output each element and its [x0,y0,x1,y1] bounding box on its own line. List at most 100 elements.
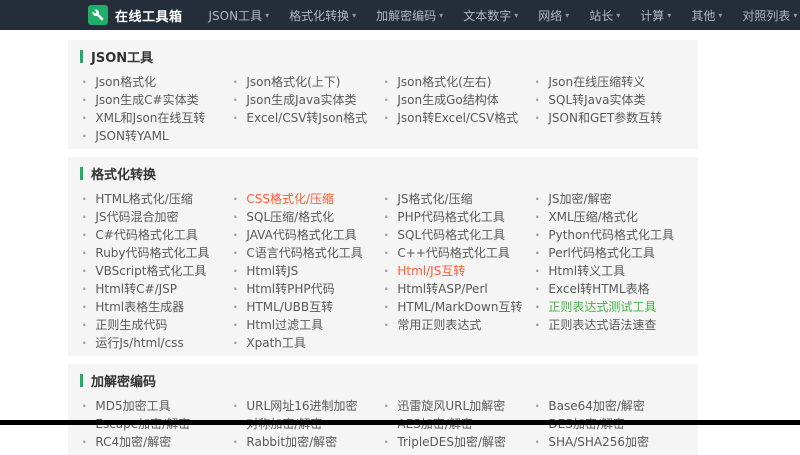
tool-link[interactable]: Html过滤工具 [246,318,323,332]
brand-title[interactable]: 在线工具箱 [115,6,183,25]
nav-menu-item[interactable]: 站长 ▾ [579,0,630,30]
bullet-dot: · [233,228,238,242]
tool-link[interactable]: JS加密/解密 [548,192,611,206]
bullet-dot: · [233,282,238,296]
tool-link[interactable]: Html转ASP/Perl [397,282,487,296]
tool-link[interactable]: Html表格生成器 [95,300,184,314]
tool-list-item: · PHP代码格式化工具 [384,208,535,226]
tool-link[interactable]: SQL压缩/格式化 [246,210,334,224]
tool-link[interactable]: VBScript格式化工具 [95,264,206,278]
bullet-dot: · [535,435,540,449]
tool-link[interactable]: JS格式化/压缩 [397,192,472,206]
chevron-down-icon: ▾ [514,11,518,20]
tool-link[interactable]: JS代码混合加密 [95,210,178,224]
tool-list-item: · Html转PHP代码 [233,280,384,298]
tool-link[interactable]: Perl代码格式化工具 [548,246,654,260]
tool-list-item: · JSON和GET参数互转 [535,109,686,127]
tool-list-item: · Json生成C#实体类 [82,91,233,109]
nav-menu-item[interactable]: 网络 ▾ [528,0,579,30]
tool-link[interactable]: Html转C#/JSP [95,282,177,296]
nav-menu-item[interactable]: 格式化转换 ▾ [279,0,366,30]
tool-link[interactable]: Json格式化(左右) [397,75,491,89]
tool-list-item: · JAVA代码格式化工具 [233,226,384,244]
tool-link[interactable]: 常用正则表达式 [397,318,481,332]
tool-link[interactable]: XML和Json在线互转 [95,111,205,125]
tool-link[interactable]: SHA/SHA256加密 [548,435,649,449]
tool-link[interactable]: Json格式化(上下) [246,75,340,89]
tool-link[interactable]: 正则生成代码 [95,318,167,332]
tool-link[interactable]: XML压缩/格式化 [548,210,637,224]
tool-link[interactable]: Html/JS互转 [397,264,465,278]
tool-link[interactable]: JAVA代码格式化工具 [246,228,356,242]
brand[interactable]: 在线工具箱 [88,5,183,25]
tool-link[interactable]: Python代码格式化工具 [548,228,674,242]
tool-link[interactable]: SQL代码格式化工具 [397,228,505,242]
chevron-down-icon: ▾ [667,11,671,20]
tool-list-item: · JS加密/解密 [535,190,686,208]
tool-link[interactable]: Html转PHP代码 [246,282,334,296]
tool-link[interactable]: 正则表达式测试工具 [548,300,656,314]
nav-menu-item[interactable]: 对照列表 ▾ [732,0,800,30]
tool-link[interactable]: TripleDES加密/解密 [397,435,506,449]
tool-list-item: · 正则生成代码 [82,316,233,334]
tool-link[interactable]: Excel/CSV转Json格式 [246,111,367,125]
tool-list-item: · Html转义工具 [535,262,686,280]
tool-link[interactable]: 迅雷旋风URL加解密 [397,399,505,413]
tool-link[interactable]: HTML格式化/压缩 [95,192,192,206]
tool-link[interactable]: Json格式化 [95,75,156,89]
bullet-dot: · [82,282,87,296]
tool-link[interactable]: Json转Excel/CSV格式 [397,111,518,125]
tool-link[interactable]: URL网址16进制加密 [246,399,357,413]
tool-link[interactable]: CSS格式化/压缩 [246,192,334,206]
tool-list-item: · Excel/CSV转Json格式 [233,109,384,127]
tool-link[interactable]: Excel转HTML表格 [548,282,649,296]
tool-link[interactable]: Json生成C#实体类 [95,93,198,107]
chevron-down-icon: ▾ [793,11,797,20]
tool-link[interactable]: Rabbit加密/解密 [246,435,337,449]
tool-link[interactable]: Json生成Java实体类 [246,93,356,107]
tool-link[interactable]: C#代码格式化工具 [95,228,197,242]
bullet-dot: · [82,300,87,314]
nav-menu-item[interactable]: JSON工具 ▾ [199,0,280,30]
bullet-dot: · [384,192,389,206]
bullet-dot: · [384,264,389,278]
nav-menu-item-label: 站长 [589,7,613,24]
chevron-down-icon: ▾ [265,11,269,20]
tool-link[interactable]: Html转JS [246,264,298,278]
tool-list-item: · TripleDES加密/解密 [384,433,535,451]
tool-list-item: · RC4加密/解密 [82,433,233,451]
tool-link[interactable]: 运行Js/html/css [95,336,183,350]
tool-link[interactable]: JSON转YAML [95,129,168,143]
tool-link[interactable]: HTML/MarkDown互转 [397,300,522,314]
tool-link[interactable]: MD5加密工具 [95,399,170,413]
tool-list-item: · URL网址16进制加密 [233,397,384,415]
tool-link[interactable]: HTML/UBB互转 [246,300,333,314]
tool-list-item: · HTML/UBB互转 [233,298,384,316]
nav-menu-item[interactable]: 加解密编码 ▾ [366,0,453,30]
nav-menu-item[interactable]: 计算 ▾ [630,0,681,30]
tool-link[interactable]: Html转义工具 [548,264,625,278]
tool-link[interactable]: SQL转Java实体类 [548,93,645,107]
tool-list-item: · MD5加密工具 [82,397,233,415]
bullet-dot: · [233,93,238,107]
tool-link[interactable]: 正则表达式语法速查 [548,318,656,332]
tool-link[interactable]: Base64加密/解密 [548,399,645,413]
tool-link[interactable]: C++代码格式化工具 [397,246,510,260]
tool-link[interactable]: Ruby代码格式化工具 [95,246,209,260]
tool-link[interactable]: C语言代码格式化工具 [246,246,362,260]
tool-link[interactable]: JSON和GET参数互转 [548,111,662,125]
tool-link[interactable]: Json在线压缩转义 [548,75,645,89]
tool-list-item: · XML和Json在线互转 [82,109,233,127]
tool-list-item: · CSS格式化/压缩 [233,190,384,208]
chevron-down-icon: ▾ [565,11,569,20]
tool-link[interactable]: PHP代码格式化工具 [397,210,505,224]
chevron-down-icon: ▾ [718,11,722,20]
bullet-dot: · [535,264,540,278]
tool-link[interactable]: Json生成Go结构体 [397,93,498,107]
tool-link[interactable]: Xpath工具 [246,336,306,350]
tool-link[interactable]: RC4加密/解密 [95,435,171,449]
tool-list-item: · Json生成Java实体类 [233,91,384,109]
nav-menu-item[interactable]: 文本数字 ▾ [453,0,528,30]
tool-grid: · HTML格式化/压缩 · CSS格式化/压缩 · JS格式化/压缩 [80,190,686,352]
nav-menu-item[interactable]: 其他 ▾ [681,0,732,30]
